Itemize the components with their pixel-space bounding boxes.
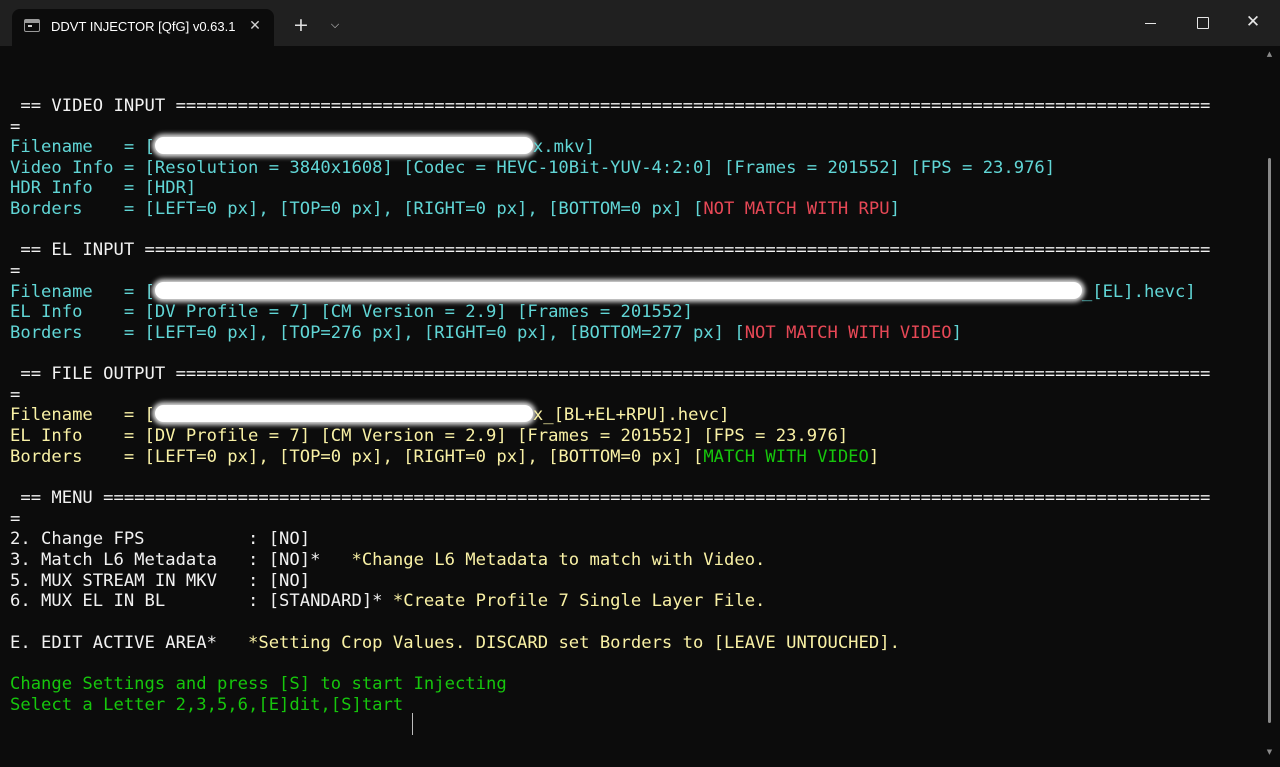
filename-label: Filename = [ [10,405,155,425]
video-filename-line: Filename = [ x.mkv] [10,137,595,158]
borders-close: ] [951,323,963,343]
title-bar: DDVT INJECTOR [QfG] v0.63.1 ✕ + ⌵ ✕ [0,0,1280,46]
borders-close: ] [868,447,880,467]
file-output-header: == FILE OUTPUT =========================… [10,364,1211,384]
menu-item-edit-active-area: E. EDIT ACTIVE AREA* *Setting Crop Value… [10,633,900,654]
tab-dropdown-chevron-icon[interactable]: ⌵ [325,14,345,36]
redacted-filename [154,405,533,422]
hdr-info-line: HDR Info = [HDR] [10,178,197,198]
el-filename-line: Filename = [ _[EL].hevc] [10,282,1196,303]
menu-header: == MENU ================================… [10,488,1211,508]
menu-item-label: 2. Change FPS : [NO] [10,529,311,549]
filename-value: x_[BL+EL+RPU].hevc] [532,405,730,425]
terminal-window: DDVT INJECTOR [QfG] v0.63.1 ✕ + ⌵ ✕ == V… [0,0,1280,767]
close-tab-icon[interactable]: ✕ [246,17,264,35]
video-input-header: == VIDEO INPUT =========================… [10,96,1211,116]
terminal-output[interactable]: == VIDEO INPUT =========================… [10,96,1260,736]
menu-item-note: *Change L6 Metadata to match with Video. [320,550,766,570]
close-icon: ✕ [1245,12,1261,32]
el-input-header-wrap: = [10,261,21,281]
menu-item-note: *Setting Crop Values. DISCARD set Border… [216,633,900,653]
filename-label: Filename = [ [10,137,155,157]
menu-item-mux-el: 6. MUX EL IN BL : [STANDARD]* *Create Pr… [10,591,765,612]
filename-label: Filename = [ [10,282,155,302]
output-borders-line: Borders = [LEFT=0 px], [TOP=0 px], [RIGH… [10,447,879,468]
menu-item-match-l6: 3. Match L6 Metadata : [NO]* *Change L6 … [10,550,765,571]
status-badge: MATCH WITH VIDEO [703,447,869,467]
el-borders-line: Borders = [LEFT=0 px], [TOP=276 px], [RI… [10,323,962,344]
maximize-icon [1197,17,1209,29]
output-el-info-line: EL Info = [DV Profile = 7] [CM Version =… [10,426,849,446]
menu-item-label: 6. MUX EL IN BL : [STANDARD]* [10,591,383,611]
tab-title: DDVT INJECTOR [QfG] v0.63.1 [51,19,236,34]
tab-ddvt-injector[interactable]: DDVT INJECTOR [QfG] v0.63.1 ✕ [12,9,274,46]
prompt-instructions: Change Settings and press [S] to start I… [10,674,507,694]
redacted-filename [154,282,1082,299]
filename-value: _[EL].hevc] [1081,282,1196,302]
output-filename-line: Filename = [ x_[BL+EL+RPU].hevc] [10,405,729,426]
menu-item-note: *Create Profile 7 Single Layer File. [382,591,766,611]
redacted-filename [154,137,533,154]
scrollbar-thumb[interactable] [1268,158,1271,723]
minimize-button[interactable] [1126,0,1176,46]
menu-header-wrap: = [10,509,21,529]
text-cursor [412,713,413,735]
borders-close: ] [889,199,900,219]
status-badge: NOT MATCH WITH VIDEO [744,323,952,343]
filename-value: x.mkv] [532,137,595,157]
menu-item-label: E. EDIT ACTIVE AREA* [10,633,217,653]
minimize-icon [1145,23,1156,24]
borders-text: Borders = [LEFT=0 px], [TOP=276 px], [RI… [10,323,745,343]
terminal-icon [24,19,40,32]
video-info-line: Video Info = [Resolution = 3840x1608] [C… [10,158,1056,178]
scroll-up-icon[interactable]: ▲ [1265,50,1274,58]
maximize-button[interactable] [1177,0,1227,46]
video-input-header-wrap: = [10,117,21,137]
menu-item-label: 3. Match L6 Metadata : [NO]* [10,550,321,570]
el-input-header: == EL INPUT ============================… [10,240,1211,260]
close-window-button[interactable]: ✕ [1228,0,1278,46]
scroll-down-icon[interactable]: ▼ [1265,748,1274,756]
prompt-input-line[interactable]: Select a Letter 2,3,5,6,[E]dit,[S]tart [10,695,403,716]
menu-item-mux-mkv: 5. MUX STREAM IN MKV : [NO] [10,571,310,592]
menu-item-change-fps: 2. Change FPS : [NO] [10,529,310,550]
menu-item-label: 5. MUX STREAM IN MKV : [NO] [10,571,311,591]
borders-text: Borders = [LEFT=0 px], [TOP=0 px], [RIGH… [10,199,704,219]
status-badge: NOT MATCH WITH RPU [703,199,890,219]
video-borders-line: Borders = [LEFT=0 px], [TOP=0 px], [RIGH… [10,199,900,220]
new-tab-button[interactable]: + [289,13,313,37]
file-output-header-wrap: = [10,385,21,405]
borders-text: Borders = [LEFT=0 px], [TOP=0 px], [RIGH… [10,447,704,467]
el-info-line: EL Info = [DV Profile = 7] [CM Version =… [10,302,693,322]
